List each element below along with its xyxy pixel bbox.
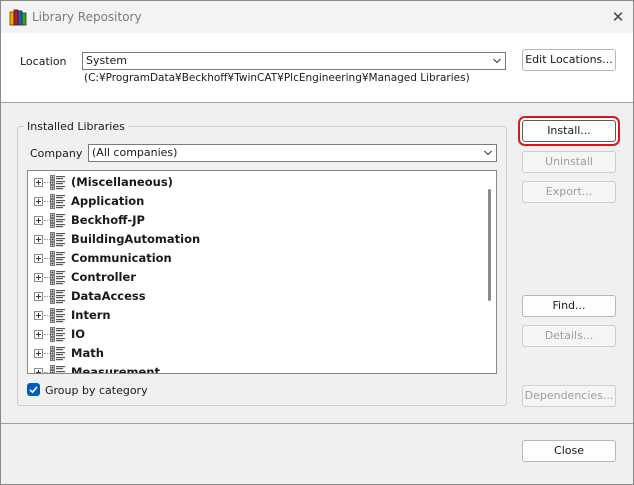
close-window-button[interactable]: ✕ <box>607 7 629 27</box>
expand-plus-icon[interactable] <box>34 273 43 282</box>
tree-item[interactable]: Application <box>28 192 484 211</box>
location-value: System <box>86 54 128 67</box>
location-path: (C:¥ProgramData¥Beckhoff¥TwinCAT¥PlcEngi… <box>84 72 470 84</box>
expand-plus-icon[interactable] <box>34 197 43 206</box>
category-icon <box>50 213 66 228</box>
window-title: Library Repository <box>32 10 142 24</box>
tree-item-label: (Miscellaneous) <box>71 175 173 189</box>
title-bar: Library Repository ✕ <box>1 1 633 33</box>
expand-plus-icon[interactable] <box>34 311 43 320</box>
tree-item[interactable]: Beckhoff-JP <box>28 211 484 230</box>
category-icon <box>50 289 66 304</box>
tree-item-label: Measurement <box>71 365 160 374</box>
tree-item-label: Math <box>71 346 104 360</box>
category-icon <box>50 346 66 361</box>
tree-scrollbar-thumb[interactable] <box>488 189 491 301</box>
tree-item[interactable]: Controller <box>28 268 484 287</box>
tree-item-label: Communication <box>71 251 172 265</box>
expand-plus-icon[interactable] <box>34 368 43 373</box>
close-button[interactable]: Close <box>522 440 616 462</box>
tree-item-label: Beckhoff-JP <box>71 213 145 227</box>
tree-item[interactable]: Math <box>28 344 484 363</box>
group-by-category-label: Group by category <box>45 384 148 397</box>
company-dropdown[interactable]: (All companies) <box>88 144 497 162</box>
expand-plus-icon[interactable] <box>34 178 43 187</box>
export-button[interactable]: Export... <box>522 181 616 203</box>
tree-item[interactable]: Measurement <box>28 363 484 374</box>
library-repository-dialog: Library Repository ✕ Location System (C:… <box>0 0 634 485</box>
library-books-icon <box>9 9 27 26</box>
expand-plus-icon[interactable] <box>34 330 43 339</box>
expand-plus-icon[interactable] <box>34 349 43 358</box>
group-by-category-checkbox[interactable] <box>27 383 40 396</box>
category-icon <box>50 327 66 342</box>
uninstall-button[interactable]: Uninstall <box>522 151 616 173</box>
find-button[interactable]: Find... <box>522 295 616 317</box>
footer-separator <box>1 423 633 424</box>
tree-item[interactable]: IO <box>28 325 484 344</box>
tree-item[interactable]: Communication <box>28 249 484 268</box>
tree-item[interactable]: Intern <box>28 306 484 325</box>
location-panel: Location System (C:¥ProgramData¥Beckhoff… <box>1 33 633 103</box>
company-value: (All companies) <box>92 146 178 159</box>
install-button[interactable]: Install... <box>522 120 616 142</box>
tree-item-label: Intern <box>71 308 111 322</box>
installed-libraries-title: Installed Libraries <box>24 120 128 133</box>
tree-item-label: IO <box>71 327 86 341</box>
tree-item[interactable]: DataAccess <box>28 287 484 306</box>
dependencies-button[interactable]: Dependencies... <box>522 385 616 407</box>
edit-locations-button[interactable]: Edit Locations... <box>522 49 616 71</box>
tree-item-label: BuildingAutomation <box>71 232 201 246</box>
category-icon <box>50 194 66 209</box>
chevron-down-icon <box>493 58 501 64</box>
tree-item[interactable]: (Miscellaneous) <box>28 173 484 192</box>
tree-item-label: Application <box>71 194 145 208</box>
expand-plus-icon[interactable] <box>34 235 43 244</box>
library-tree[interactable]: Measurement Math IO Intern DataAccess Control… <box>27 170 497 374</box>
tree-scrollbar[interactable] <box>483 171 496 373</box>
category-icon <box>50 251 66 266</box>
category-icon <box>50 308 66 323</box>
category-icon <box>50 232 66 247</box>
checkmark-icon <box>29 386 38 394</box>
expand-plus-icon[interactable] <box>34 254 43 263</box>
tree-item[interactable]: BuildingAutomation <box>28 230 484 249</box>
location-dropdown[interactable]: System <box>82 52 506 70</box>
category-icon <box>50 270 66 285</box>
expand-plus-icon[interactable] <box>34 216 43 225</box>
company-label: Company <box>30 147 83 160</box>
chevron-down-icon <box>484 150 492 156</box>
category-icon <box>50 365 66 373</box>
category-icon <box>50 175 66 190</box>
tree-item-label: DataAccess <box>71 289 146 303</box>
details-button[interactable]: Details... <box>522 325 616 347</box>
expand-plus-icon[interactable] <box>34 292 43 301</box>
location-label: Location <box>20 55 67 68</box>
tree-item-label: Controller <box>71 270 136 284</box>
